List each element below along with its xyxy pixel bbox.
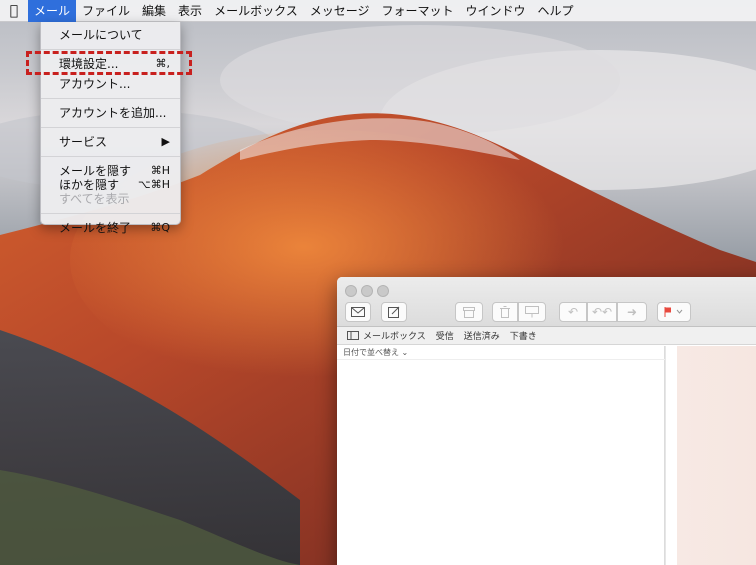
- menu-help[interactable]: ヘルプ: [532, 0, 580, 22]
- favorite-sent[interactable]: 送信済み: [464, 329, 500, 342]
- menu-item-show-all-label: すべてを表示: [59, 192, 130, 206]
- menu-separator: [41, 127, 180, 128]
- menu-item-add-account[interactable]: アカウントを追加...: [41, 103, 180, 123]
- menu-item-quit-label: メールを終了: [59, 221, 132, 235]
- menu-mail[interactable]: メール: [28, 0, 77, 22]
- apple-logo-icon[interactable]: : [0, 3, 28, 19]
- junk-icon[interactable]: [518, 302, 546, 322]
- forward-icon[interactable]: ➜: [617, 302, 647, 322]
- quit-shortcut: ⌘Q: [150, 221, 170, 234]
- menu-item-about-label: メールについて: [59, 28, 143, 42]
- menu-item-quit[interactable]: メールを終了 ⌘Q: [41, 218, 180, 238]
- menu-bar:  メール ファイル 編集 表示 メールボックス メッセージ フォーマット ウイ…: [0, 0, 756, 22]
- zoom-window-button[interactable]: [377, 285, 389, 297]
- trash-icon[interactable]: [492, 302, 518, 322]
- menu-item-accounts-label: アカウント...: [59, 77, 131, 91]
- menu-item-add-account-label: アカウントを追加...: [59, 106, 167, 120]
- highlight-annotation-box: [26, 51, 192, 75]
- mailboxes-button[interactable]: メールボックス: [347, 329, 426, 342]
- favorites-bar: メールボックス 受信 送信済み 下書き: [337, 327, 756, 345]
- menu-window[interactable]: ウインドウ: [460, 0, 532, 22]
- mail-window: ↶ ↶↶ ➜ メールボックス 受信 送信済み 下書き 日付で並べ替え ⌄: [337, 277, 756, 565]
- menu-message[interactable]: メッセージ: [304, 0, 376, 22]
- flag-icon[interactable]: [657, 302, 691, 322]
- archive-icon[interactable]: [455, 302, 483, 322]
- message-preview-pane: [665, 346, 756, 565]
- menu-item-about[interactable]: メールについて: [41, 25, 180, 45]
- window-toolbar: ↶ ↶↶ ➜: [337, 277, 756, 327]
- favorite-inbox[interactable]: 受信: [436, 329, 454, 342]
- reply-icon[interactable]: ↶: [559, 302, 587, 322]
- menu-file[interactable]: ファイル: [76, 0, 136, 22]
- menu-item-services[interactable]: サービス ▶: [41, 132, 180, 152]
- menu-mailbox[interactable]: メールボックス: [208, 0, 304, 22]
- menu-item-services-label: サービス: [59, 135, 108, 149]
- favorite-drafts[interactable]: 下書き: [510, 329, 537, 342]
- menu-separator: [41, 213, 180, 214]
- sort-by-date-button[interactable]: 日付で並べ替え ⌄: [337, 346, 665, 360]
- mailboxes-label: メールボックス: [363, 332, 426, 342]
- sidebar-icon: [347, 331, 359, 340]
- menu-separator: [41, 49, 180, 50]
- close-window-button[interactable]: [345, 285, 357, 297]
- menu-separator: [41, 156, 180, 157]
- reply-all-icon[interactable]: ↶↶: [587, 302, 617, 322]
- preview-background: [677, 346, 756, 565]
- menu-edit[interactable]: 編集: [136, 0, 172, 22]
- minimize-window-button[interactable]: [361, 285, 373, 297]
- get-mail-icon[interactable]: [345, 302, 371, 322]
- submenu-arrow-icon: ▶: [161, 135, 170, 148]
- menu-item-accounts[interactable]: アカウント...: [41, 74, 180, 94]
- menu-item-show-all: すべてを表示: [41, 189, 180, 209]
- menu-separator: [41, 98, 180, 99]
- menu-format[interactable]: フォーマット: [375, 0, 459, 22]
- compose-icon[interactable]: [381, 302, 407, 322]
- message-list[interactable]: [337, 346, 665, 565]
- menu-view[interactable]: 表示: [172, 0, 208, 22]
